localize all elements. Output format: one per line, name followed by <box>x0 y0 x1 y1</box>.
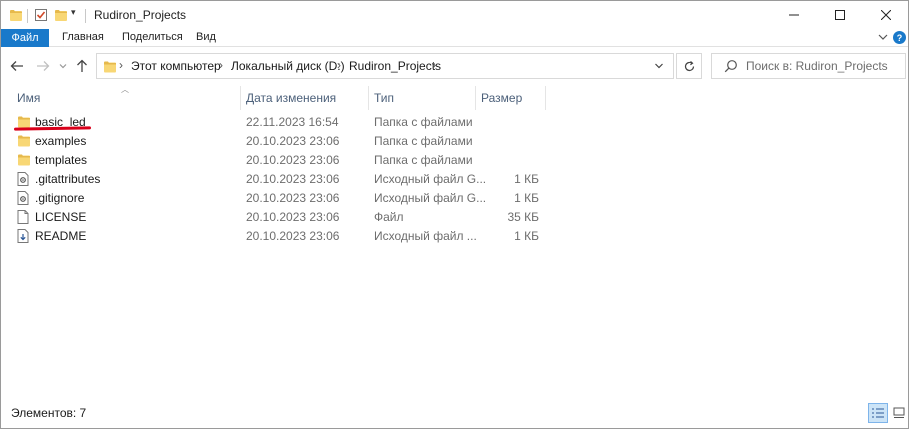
close-icon <box>881 10 891 20</box>
file-name: .gitattributes <box>35 172 101 186</box>
folder-icon <box>17 153 31 169</box>
explorer-window: ▾ Rudiron_Projects Файл Главная Поделить… <box>0 0 909 429</box>
column-header-type[interactable]: Тип <box>374 86 394 110</box>
file-row[interactable]: .gitignore 20.10.2023 23:06 Исходный фай… <box>1 189 561 208</box>
breadcrumb-local-disk[interactable]: Локальный диск (D:) <box>231 59 345 73</box>
expand-ribbon-icon[interactable] <box>877 29 889 48</box>
column-header-size[interactable]: Размер <box>481 86 522 110</box>
file-type: Исходный файл ... <box>374 229 477 243</box>
file-type: Папка с файлами <box>374 115 473 129</box>
chevron-down-icon <box>655 63 663 69</box>
file-name: README <box>35 229 87 243</box>
file-row[interactable]: examples 20.10.2023 23:06 Папка с файлам… <box>1 132 561 151</box>
chevron-right-icon[interactable]: › <box>219 58 223 72</box>
tab-view[interactable]: Вид <box>196 31 216 43</box>
chevron-right-icon[interactable]: › <box>119 58 123 72</box>
chevron-right-icon[interactable]: › <box>337 58 341 72</box>
item-count: Элементов: 7 <box>11 406 87 420</box>
file-type: Папка с файлами <box>374 153 473 167</box>
column-divider[interactable] <box>545 86 546 110</box>
search-input[interactable] <box>746 57 902 75</box>
address-history-button[interactable] <box>653 60 665 75</box>
new-folder-icon[interactable] <box>54 8 68 25</box>
details-view-button[interactable] <box>868 403 888 423</box>
gear-file-icon <box>17 172 29 189</box>
file-size: 1 КБ <box>514 191 539 205</box>
file-type: Файл <box>374 210 404 224</box>
refresh-icon <box>684 60 694 71</box>
window-title: Rudiron_Projects <box>94 8 187 22</box>
up-button[interactable] <box>73 57 91 75</box>
title-bar: ▾ Rudiron_Projects <box>1 1 908 29</box>
file-date: 20.10.2023 23:06 <box>246 153 340 167</box>
tab-file[interactable]: Файл <box>1 29 49 47</box>
file-date: 22.11.2023 16:54 <box>246 115 339 129</box>
file-size: 35 КБ <box>507 210 539 224</box>
file-name: examples <box>35 134 87 148</box>
breadcrumb-this-pc[interactable]: Этот компьютер <box>131 59 221 73</box>
file-row[interactable]: LICENSE 20.10.2023 23:06 Файл 35 КБ <box>1 208 561 227</box>
back-button[interactable] <box>8 57 26 75</box>
maximize-icon <box>835 10 845 20</box>
refresh-button[interactable] <box>676 53 702 79</box>
file-row[interactable]: templates 20.10.2023 23:06 Папка с файла… <box>1 151 561 170</box>
file-name: LICENSE <box>35 210 87 224</box>
column-header-date[interactable]: Дата изменения <box>246 86 336 110</box>
file-date: 20.10.2023 23:06 <box>246 134 340 148</box>
file-name: templates <box>35 153 88 167</box>
file-row[interactable]: .gitattributes 20.10.2023 23:06 Исходный… <box>1 170 561 189</box>
quick-access-dropdown-icon[interactable]: ▾ <box>71 7 76 18</box>
help-icon[interactable]: ? <box>893 31 906 44</box>
column-divider[interactable] <box>475 86 476 110</box>
chevron-right-icon[interactable]: › <box>432 58 436 72</box>
search-box[interactable] <box>711 53 906 79</box>
blank-file-icon <box>17 210 29 227</box>
file-type: Исходный файл G... <box>374 191 487 205</box>
gear-file-icon <box>17 191 29 208</box>
markdown-file-icon <box>17 229 29 246</box>
forward-button[interactable] <box>34 57 52 75</box>
chevron-down-icon <box>59 64 67 69</box>
file-size: 1 КБ <box>514 229 539 243</box>
file-type: Папка с файлами <box>374 134 473 148</box>
file-type: Исходный файл G... <box>374 172 487 186</box>
large-icons-view-button[interactable] <box>890 403 908 423</box>
address-bar[interactable]: › Этот компьютер › Локальный диск (D:) ›… <box>96 53 674 79</box>
folder-icon <box>103 60 117 76</box>
divider <box>85 9 86 23</box>
navigation-bar: › Этот компьютер › Локальный диск (D:) ›… <box>1 48 908 84</box>
file-date: 20.10.2023 23:06 <box>246 191 340 205</box>
file-name: .gitignore <box>35 191 85 205</box>
tab-share[interactable]: Поделиться <box>122 31 183 43</box>
close-button[interactable] <box>863 1 909 29</box>
arrow-up-icon <box>77 59 87 72</box>
ribbon-tabs: Файл Главная Поделиться Вид ? <box>1 29 908 47</box>
details-view-icon <box>872 408 884 418</box>
properties-check-icon[interactable] <box>34 8 48 25</box>
recent-locations-button[interactable] <box>54 57 72 75</box>
maximize-button[interactable] <box>817 1 863 29</box>
column-divider[interactable] <box>240 86 241 110</box>
file-size: 1 КБ <box>514 172 539 186</box>
arrow-left-icon <box>10 61 23 71</box>
status-bar: Элементов: 7 <box>1 399 908 428</box>
file-date: 20.10.2023 23:06 <box>246 229 340 243</box>
folder-icon <box>17 134 31 150</box>
minimize-button[interactable] <box>771 1 817 29</box>
folder-icon <box>9 8 23 25</box>
breadcrumb-current-folder[interactable]: Rudiron_Projects <box>349 59 441 73</box>
file-list: ︿ Имя Дата изменения Тип Размер basic_le… <box>1 84 908 399</box>
sort-ascending-icon: ︿ <box>121 85 129 94</box>
search-icon <box>724 59 738 76</box>
divider <box>27 9 28 23</box>
column-header-name[interactable]: Имя <box>17 86 40 110</box>
file-date: 20.10.2023 23:06 <box>246 210 340 224</box>
column-divider[interactable] <box>368 86 369 110</box>
file-row[interactable]: README 20.10.2023 23:06 Исходный файл ..… <box>1 227 561 246</box>
large-icons-view-icon <box>893 407 905 418</box>
arrow-right-icon <box>37 61 50 71</box>
minimize-icon <box>789 14 799 16</box>
file-date: 20.10.2023 23:06 <box>246 172 340 186</box>
tab-home[interactable]: Главная <box>62 31 104 43</box>
